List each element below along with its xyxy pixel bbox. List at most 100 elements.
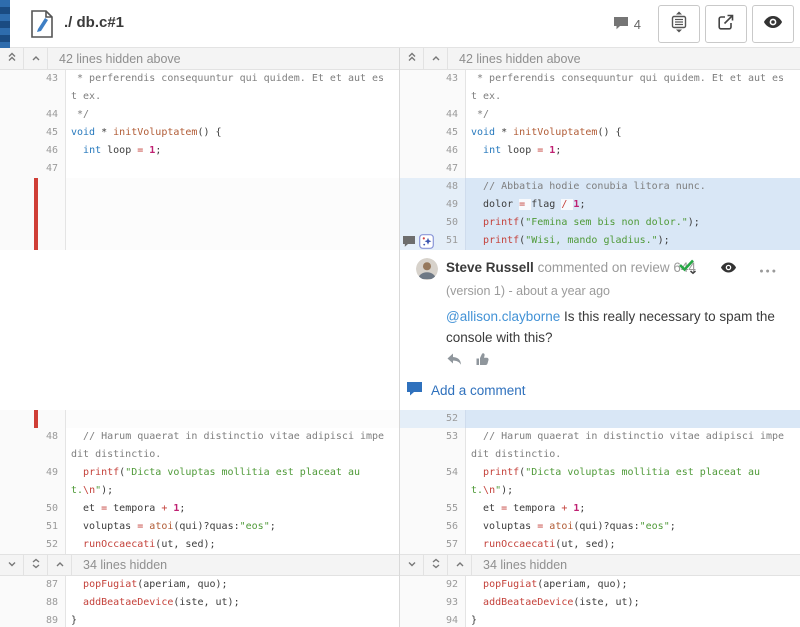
code-token: * perferendis consequuntur qui quidem. E… <box>471 73 784 84</box>
line-number-gutter[interactable]: 51 <box>400 232 466 250</box>
line-number-gutter[interactable]: 48 <box>0 428 66 446</box>
line-number-gutter[interactable]: 45 <box>400 124 466 142</box>
code-token: voluptas <box>471 521 537 532</box>
code-token <box>71 539 83 550</box>
resolved-check-icon[interactable] <box>678 258 698 280</box>
comment-count[interactable]: 4 <box>613 16 641 33</box>
expand-all-up-button[interactable] <box>0 48 24 69</box>
code-token: // Harum quaerat in distinctio vitae adi… <box>483 431 784 442</box>
line-number-gutter[interactable]: 89 <box>0 612 66 627</box>
line-number-gutter[interactable]: 57 <box>400 536 466 554</box>
add-comment-button[interactable]: Add a comment <box>406 381 526 399</box>
code-token: () { <box>197 127 221 138</box>
code-token <box>471 181 483 192</box>
add-comment-icon <box>406 381 423 399</box>
line-number-gutter[interactable]: 50 <box>0 500 66 518</box>
line-number-gutter[interactable]: 43 <box>400 70 466 88</box>
line-number: 93 <box>446 597 458 608</box>
thumbs-up-icon[interactable] <box>475 352 490 371</box>
line-number: 44 <box>446 109 458 120</box>
line-number-gutter[interactable]: 93 <box>400 594 466 612</box>
code-token <box>471 467 483 478</box>
line-number-gutter[interactable]: 50 <box>400 214 466 232</box>
code-line: popFugiat(aperiam, quo); <box>466 576 800 594</box>
expand-up-button[interactable] <box>24 48 48 69</box>
line-number-gutter[interactable]: 43 <box>0 70 66 88</box>
line-number-gutter[interactable]: 49 <box>400 196 466 214</box>
line-number-gutter[interactable]: 49 <box>0 464 66 482</box>
expand-down-button[interactable] <box>400 555 424 575</box>
code-row: 50 et = tempora + 1; <box>0 500 399 518</box>
code-token: loop <box>501 145 537 156</box>
line-number-gutter[interactable]: 44 <box>400 106 466 124</box>
expand-up-button[interactable] <box>48 555 72 575</box>
code-token: flag <box>531 199 561 210</box>
more-options-icon[interactable]: ●●● <box>759 263 778 275</box>
line-number: 50 <box>46 503 58 514</box>
line-number-gutter[interactable]: 46 <box>0 142 66 160</box>
line-number-gutter[interactable]: 92 <box>400 576 466 594</box>
line-number-gutter[interactable]: 94 <box>400 612 466 627</box>
code-token: et <box>71 503 101 514</box>
line-number-gutter[interactable]: 52 <box>400 410 466 428</box>
line-number-gutter[interactable]: 56 <box>400 518 466 536</box>
line-number-gutter[interactable]: 45 <box>0 124 66 142</box>
expand-down-button[interactable] <box>0 555 24 575</box>
line-number-gutter[interactable]: 47 <box>400 160 466 178</box>
open-in-new-icon <box>717 13 735 36</box>
line-number-gutter[interactable]: 51 <box>0 518 66 536</box>
watched-eye-icon[interactable] <box>720 260 737 278</box>
code-token: (ut, sed); <box>555 539 615 550</box>
line-number: 43 <box>446 73 458 84</box>
line-number-gutter[interactable]: 87 <box>0 576 66 594</box>
code-line: runOccaecati(ut, sed); <box>66 536 399 554</box>
code-row: 88 addBeataeDevice(iste, ut); <box>0 594 399 612</box>
line-number-gutter[interactable]: 46 <box>400 142 466 160</box>
hidden-lines-label: 42 lines hidden above <box>59 52 181 66</box>
line-number-gutter[interactable]: 44 <box>0 106 66 124</box>
code-token: printf <box>483 467 519 478</box>
line-number-gutter[interactable]: 52 <box>0 536 66 554</box>
marker-code-area <box>66 178 399 250</box>
unfold-button[interactable] <box>424 555 448 575</box>
code-row: 46 int loop = 1; <box>0 142 399 160</box>
line-number-gutter[interactable] <box>0 88 66 106</box>
code-token: \n <box>483 485 495 496</box>
line-number-gutter[interactable] <box>0 482 66 500</box>
line-number: 51 <box>446 235 458 246</box>
code-row: 51 printf("Wisi, mando gladius."); <box>400 232 800 250</box>
code-row: dit distinctio. <box>400 446 800 464</box>
open-in-new-button[interactable] <box>705 5 747 43</box>
diff-panels: 42 lines hidden above 43 * perferendis co… <box>0 48 800 627</box>
mention-link[interactable]: @allison.clayborne <box>446 309 560 324</box>
line-number-gutter[interactable]: 55 <box>400 500 466 518</box>
code-row: 87 popFugiat(aperiam, quo); <box>0 576 399 594</box>
insertion-marker <box>34 410 38 428</box>
line-number-gutter[interactable] <box>400 446 466 464</box>
line-number-gutter[interactable]: 53 <box>400 428 466 446</box>
line-number: 48 <box>46 431 58 442</box>
line-number-gutter[interactable] <box>0 446 66 464</box>
code-token: voluptas <box>71 521 137 532</box>
expand-up-button[interactable] <box>448 555 472 575</box>
unfold-button[interactable] <box>24 555 48 575</box>
expand-all-up-button[interactable] <box>400 48 424 69</box>
line-number-gutter[interactable]: 88 <box>0 594 66 612</box>
reply-icon[interactable] <box>446 352 462 371</box>
code-token: (qui)?quas: <box>173 521 239 532</box>
line-number-gutter[interactable] <box>400 482 466 500</box>
line-number-gutter[interactable] <box>400 88 466 106</box>
code-token: ; <box>579 199 585 210</box>
line-number-gutter[interactable]: 47 <box>0 160 66 178</box>
line-number-gutter[interactable]: 54 <box>400 464 466 482</box>
watch-button[interactable] <box>752 5 794 43</box>
code-token: "Dicta voluptas mollitia est placeat au <box>525 467 760 478</box>
code-token: "Dicta voluptas mollitia est placeat au <box>125 467 360 478</box>
expand-up-button[interactable] <box>424 48 448 69</box>
line-number-gutter[interactable]: 48 <box>400 178 466 196</box>
code-line: addBeataeDevice(iste, ut); <box>466 594 800 612</box>
code-token: ; <box>155 145 161 156</box>
code-token: */ <box>471 109 489 120</box>
fold-sections-button[interactable] <box>658 5 700 43</box>
code-line: int loop = 1; <box>66 142 399 160</box>
